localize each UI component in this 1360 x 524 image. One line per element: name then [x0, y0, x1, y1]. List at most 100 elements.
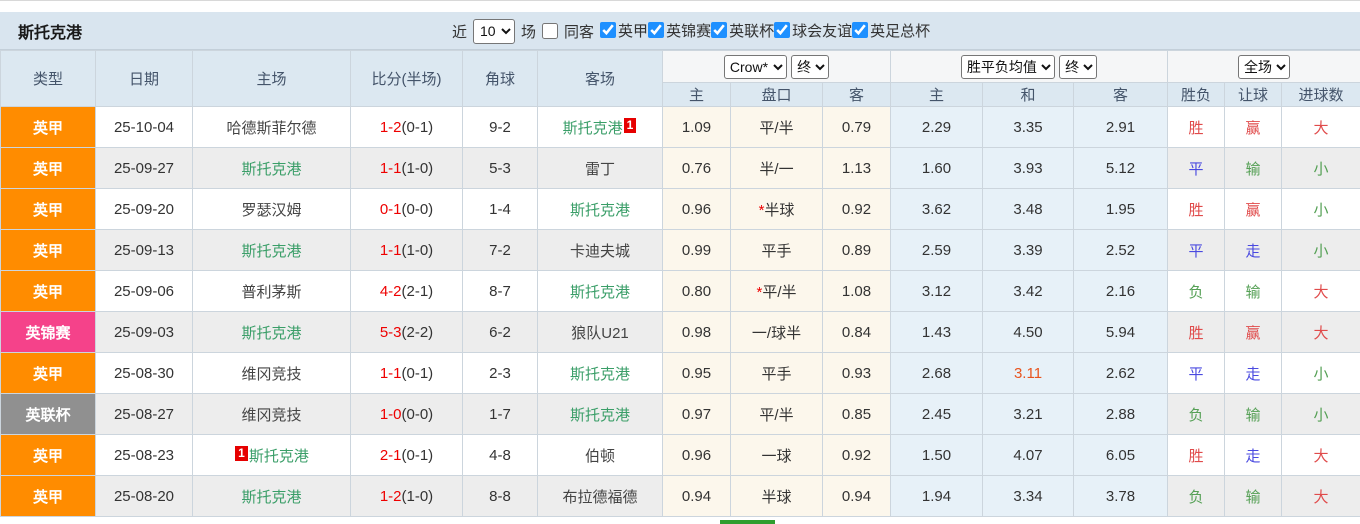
avg-draw: 3.42 — [983, 271, 1074, 312]
col-header-home: 主场 — [193, 51, 351, 107]
score-cell: 0-1(0-0) — [351, 189, 463, 230]
halftime-score: (0-1) — [402, 365, 434, 382]
odds-away: 1.13 — [823, 148, 891, 189]
result-winlose: 胜 — [1168, 312, 1225, 353]
fulltime-score: 4-2 — [380, 283, 402, 300]
avg-status-select[interactable]: 终 — [1059, 55, 1097, 79]
avg-away: 1.95 — [1074, 189, 1168, 230]
result-winlose: 负 — [1168, 394, 1225, 435]
result-goals: 小 — [1282, 230, 1360, 271]
avg-draw: 3.93 — [983, 148, 1074, 189]
odds-handicap: *平/半 — [731, 271, 823, 312]
odds-handicap: 平/半 — [731, 107, 823, 148]
odds-home: 1.09 — [663, 107, 731, 148]
team-name-cell[interactable]: 斯托克港 — [193, 148, 351, 189]
team-name-cell[interactable]: 斯托克港 — [538, 189, 663, 230]
team-name-cell[interactable]: 维冈竞技 — [193, 353, 351, 394]
competition-checkbox[interactable] — [852, 22, 868, 38]
league-badge: 英甲 — [1, 107, 96, 148]
match-date: 25-09-27 — [96, 148, 193, 189]
team-name-cell[interactable]: 伯顿 — [538, 435, 663, 476]
subcol-odds-handicap: 盘口 — [731, 83, 823, 107]
competition-label: 英足总杯 — [870, 20, 930, 41]
team-name-cell[interactable]: 斯托克港 — [538, 353, 663, 394]
team-name-cell[interactable]: 狼队U21 — [538, 312, 663, 353]
team-name-cell[interactable]: 斯托克港 — [538, 271, 663, 312]
halftime-score: (0-0) — [402, 406, 434, 423]
competition-checkbox[interactable] — [600, 22, 616, 38]
match-date: 25-09-06 — [96, 271, 193, 312]
focus-team-name: 斯托克港 — [563, 120, 623, 137]
team-name-cell[interactable]: 哈德斯菲尔德 — [193, 107, 351, 148]
team-name-cell[interactable]: 1斯托克港 — [193, 435, 351, 476]
team-name-cell[interactable]: 斯托克港 — [193, 312, 351, 353]
competition-filter[interactable]: 英锦赛 — [648, 20, 711, 41]
opponent-team-name: 维冈竞技 — [241, 407, 301, 424]
team-name-cell[interactable]: 斯托克港1 — [538, 107, 663, 148]
recent-matches-table: 类型 日期 主场 比分(半场) 角球 客场 Crow* 终 胜平负均值 终 全场… — [0, 50, 1360, 517]
score-cell: 1-2(0-1) — [351, 107, 463, 148]
avg-draw: 3.39 — [983, 230, 1074, 271]
team-name-cell[interactable]: 罗瑟汉姆 — [193, 189, 351, 230]
competition-filter[interactable]: 英足总杯 — [852, 20, 930, 41]
avg-metric-select[interactable]: 胜平负均值 — [961, 55, 1055, 79]
odds-handicap: 平手 — [731, 353, 823, 394]
competition-filter[interactable]: 球会友谊 — [774, 20, 852, 41]
same-away-checkbox[interactable] — [542, 23, 558, 39]
competition-filter[interactable]: 英联杯 — [711, 20, 774, 41]
score-cell: 1-1(1-0) — [351, 230, 463, 271]
odds-status-select[interactable]: 终 — [791, 55, 829, 79]
result-scope-select[interactable]: 全场 — [1238, 55, 1290, 79]
subcol-avg-away: 客 — [1074, 83, 1168, 107]
avg-group-header: 胜平负均值 终 — [891, 51, 1168, 83]
bookmaker-select[interactable]: Crow* — [724, 55, 787, 79]
match-row: 英甲25-09-06普利茅斯4-2(2-1)8-7斯托克港0.80*平/半1.0… — [1, 271, 1360, 312]
odds-handicap: 半球 — [731, 476, 823, 517]
team-name-cell[interactable]: 普利茅斯 — [193, 271, 351, 312]
subcol-result-goals: 进球数 — [1282, 83, 1360, 107]
result-winlose: 胜 — [1168, 107, 1225, 148]
match-date: 25-08-20 — [96, 476, 193, 517]
recent-count-select[interactable]: 10 — [473, 19, 515, 44]
result-winlose: 平 — [1168, 148, 1225, 189]
score-cell: 4-2(2-1) — [351, 271, 463, 312]
focus-team-name: 斯托克港 — [241, 489, 301, 506]
avg-draw: 4.07 — [983, 435, 1074, 476]
team-name-cell[interactable]: 布拉德福德 — [538, 476, 663, 517]
competition-label: 英甲 — [618, 20, 648, 41]
halftime-score: (0-1) — [402, 447, 434, 464]
halftime-score: (0-0) — [402, 201, 434, 218]
team-name-cell[interactable]: 维冈竞技 — [193, 394, 351, 435]
competition-filter[interactable]: 英甲 — [600, 20, 648, 41]
score-cell: 1-1(1-0) — [351, 148, 463, 189]
avg-away: 5.12 — [1074, 148, 1168, 189]
team-name-cell[interactable]: 卡迪夫城 — [538, 230, 663, 271]
avg-away: 5.94 — [1074, 312, 1168, 353]
team-name-cell[interactable]: 斯托克港 — [193, 230, 351, 271]
team-name-cell[interactable]: 雷丁 — [538, 148, 663, 189]
odds-handicap: 一/球半 — [731, 312, 823, 353]
match-row: 英锦赛25-09-03斯托克港5-3(2-2)6-2狼队U210.98一/球半0… — [1, 312, 1360, 353]
league-badge: 英甲 — [1, 476, 96, 517]
focus-team-name: 斯托克港 — [241, 243, 301, 260]
competition-checkbox[interactable] — [774, 22, 790, 38]
result-goals: 小 — [1282, 189, 1360, 230]
result-handicap: 赢 — [1225, 312, 1282, 353]
focus-team-name: 斯托克港 — [241, 325, 301, 342]
corners-cell: 8-7 — [463, 271, 538, 312]
score-cell: 2-1(0-1) — [351, 435, 463, 476]
odds-handicap: 平手 — [731, 230, 823, 271]
competition-filters: 英甲英锦赛英联杯球会友谊英足总杯 — [600, 20, 930, 43]
odds-home: 0.99 — [663, 230, 731, 271]
corners-cell: 6-2 — [463, 312, 538, 353]
competition-checkbox[interactable] — [648, 22, 664, 38]
match-date: 25-08-27 — [96, 394, 193, 435]
match-row: 英甲25-08-30维冈竞技1-1(0-1)2-3斯托克港0.95平手0.932… — [1, 353, 1360, 394]
avg-home: 1.94 — [891, 476, 983, 517]
team-name-cell[interactable]: 斯托克港 — [538, 394, 663, 435]
subcol-avg-home: 主 — [891, 83, 983, 107]
result-handicap: 走 — [1225, 230, 1282, 271]
team-name-cell[interactable]: 斯托克港 — [193, 476, 351, 517]
competition-checkbox[interactable] — [711, 22, 727, 38]
match-date: 25-09-20 — [96, 189, 193, 230]
